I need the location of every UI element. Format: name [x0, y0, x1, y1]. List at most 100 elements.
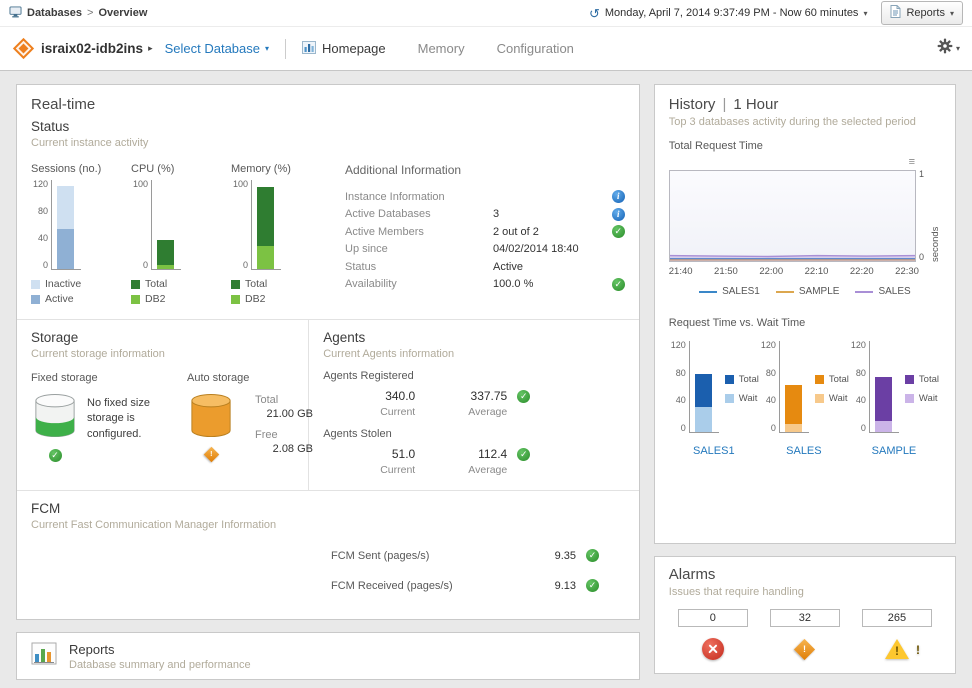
warning-alarm-count[interactable]: 265: [862, 609, 932, 627]
sample-total-segment: [875, 377, 892, 420]
databases-icon: [9, 6, 22, 21]
request-vs-wait-title: Request Time vs. Wait Time: [669, 317, 941, 329]
breadcrumb-separator: >: [87, 7, 93, 19]
legend-line: [776, 291, 794, 293]
reports-button-label: Reports: [906, 7, 945, 19]
chevron-down-icon: ▾: [956, 44, 960, 53]
right-column: History | 1 Hour Top 3 databases activit…: [654, 84, 956, 674]
sales1-bar-chart: 120 80 40 0 Total: [669, 341, 759, 457]
agents-stolen-group: Agents Stolen 51.0 112.4 ✓ Current Avera…: [323, 428, 625, 476]
memory-chart: Memory (%) 100 0: [231, 163, 317, 305]
sessions-bar-inactive: [57, 186, 74, 229]
fixed-storage-label: Fixed storage: [31, 372, 187, 384]
status-subtitle: Current instance activity: [31, 137, 625, 149]
legend-line: [699, 291, 717, 293]
sample-link[interactable]: SAMPLE: [872, 445, 917, 457]
realtime-panel: Real-time Status Current instance activi…: [16, 84, 640, 620]
chart-menu-icon[interactable]: ≡: [909, 157, 915, 168]
time-history-icon: ↺: [589, 7, 600, 20]
chevron-down-icon: ▾: [863, 9, 867, 18]
breadcrumb-databases[interactable]: Databases: [27, 7, 82, 19]
critical-alarm-count[interactable]: 32: [770, 609, 840, 627]
line-chart-plot-area: [669, 170, 916, 262]
top-bar: Databases > Overview ↺ Monday, April 7, …: [0, 0, 972, 27]
check-status-icon: ✓: [586, 549, 599, 562]
cpu-legend: Total DB2: [131, 278, 217, 305]
chevron-down-icon: ▾: [950, 9, 954, 18]
storage-section: Storage Current storage information Fixe…: [17, 320, 309, 490]
total-request-time-chart: ≡ 1 0 seconds: [669, 170, 941, 262]
legend-swatch: [31, 295, 40, 304]
auto-free-value: 2.08 GB: [255, 443, 313, 455]
auto-total-label: Total: [255, 394, 313, 406]
auto-free-label: Free: [255, 429, 313, 441]
sample-wait-segment: [875, 421, 892, 432]
memory-bar-db2: [257, 246, 274, 269]
check-status-icon: ✓: [517, 390, 530, 403]
info-row: Instance Information i: [345, 188, 625, 206]
info-icon[interactable]: i: [612, 190, 625, 203]
tab-configuration[interactable]: Configuration: [497, 41, 574, 56]
fatal-alarm-count[interactable]: 0: [678, 609, 748, 627]
sales-bar-chart: 120 80 40 0 Total: [759, 341, 849, 457]
tab-memory[interactable]: Memory: [418, 41, 465, 56]
history-subtitle: Top 3 databases activity during the sele…: [669, 116, 941, 128]
select-database-label: Select Database: [165, 41, 260, 56]
fcm-title: FCM: [31, 501, 625, 516]
fcm-sent-row: FCM Sent (pages/s) 9.35 ✓: [331, 549, 599, 562]
agents-registered-average: 337.75: [415, 389, 507, 403]
settings-menu[interactable]: ▾: [937, 38, 960, 59]
sales-plot-area: [779, 341, 809, 433]
additional-information: Additional Information Instance Informat…: [345, 163, 625, 305]
memory-legend: Total DB2: [231, 278, 317, 305]
report-page-icon: [890, 5, 901, 21]
line-chart-y-axis: 1 0: [916, 170, 929, 262]
reports-button[interactable]: Reports ▾: [881, 1, 963, 25]
time-range-selector[interactable]: ↺ Monday, April 7, 2014 9:37:49 PM - Now…: [589, 7, 867, 20]
agents-registered-current: 340.0: [323, 389, 415, 403]
warning-alarm-icon[interactable]: !: [885, 639, 909, 659]
agents-stolen-current: 51.0: [323, 447, 415, 461]
sales-link[interactable]: SALES: [786, 445, 821, 457]
history-range: 1 Hour: [733, 96, 778, 113]
sessions-y-axis: 120 80 40 0: [31, 180, 51, 270]
select-database-dropdown[interactable]: Select Database ▾: [165, 41, 269, 56]
legend-swatch: [815, 375, 824, 384]
line-chart-legend: SALES1 SAMPLE SALES: [669, 286, 941, 297]
alarms-panel: Alarms Issues that require handling 0 32…: [654, 556, 956, 674]
info-row: Status Active: [345, 258, 625, 276]
status-title: Status: [31, 119, 625, 134]
cpu-plot-area: [151, 180, 181, 270]
sales-total-segment: [785, 385, 802, 424]
agents-registered-group: Agents Registered 340.0 337.75 ✓ Current…: [323, 370, 625, 418]
warning-alarms: 265 !: [857, 609, 937, 661]
critical-alarm-icon[interactable]: !: [794, 638, 815, 659]
legend-swatch: [905, 394, 914, 403]
auto-storage-warning-icon: !: [203, 447, 219, 463]
nav-divider: [285, 39, 286, 59]
instance-name[interactable]: israix02-idb2ins: [41, 41, 143, 56]
info-row: Active Members 2 out of 2 ✓: [345, 223, 625, 241]
sessions-plot-area: [51, 180, 81, 270]
left-column: Real-time Status Current instance activi…: [16, 84, 640, 674]
reports-panel[interactable]: Reports Database summary and performance: [16, 632, 640, 680]
fatal-alarms: 0: [673, 609, 753, 661]
line-chart-x-axis: 21:40 21:50 22:00 22:10 22:20 22:30: [669, 266, 941, 277]
check-status-icon: ✓: [612, 278, 625, 291]
agents-section: Agents Current Agents information Agents…: [309, 320, 639, 490]
critical-alarms: 32 !: [765, 609, 845, 661]
memory-plot-area: [251, 180, 281, 270]
agents-subtitle: Current Agents information: [323, 348, 625, 360]
main-content: Real-time Status Current instance activi…: [0, 71, 972, 687]
history-title-divider: |: [722, 96, 726, 113]
sales1-total-segment: [695, 374, 712, 407]
legend-swatch: [231, 280, 240, 289]
fatal-alarm-icon[interactable]: [702, 638, 724, 660]
sample-plot-area: [869, 341, 899, 433]
check-status-icon: ✓: [517, 448, 530, 461]
info-icon[interactable]: i: [612, 208, 625, 221]
tab-homepage[interactable]: Homepage: [302, 41, 386, 57]
sales1-link[interactable]: SALES1: [693, 445, 735, 457]
sessions-chart: Sessions (no.) 120 80 40 0: [31, 163, 117, 305]
sessions-legend: Inactive Active: [31, 278, 117, 305]
